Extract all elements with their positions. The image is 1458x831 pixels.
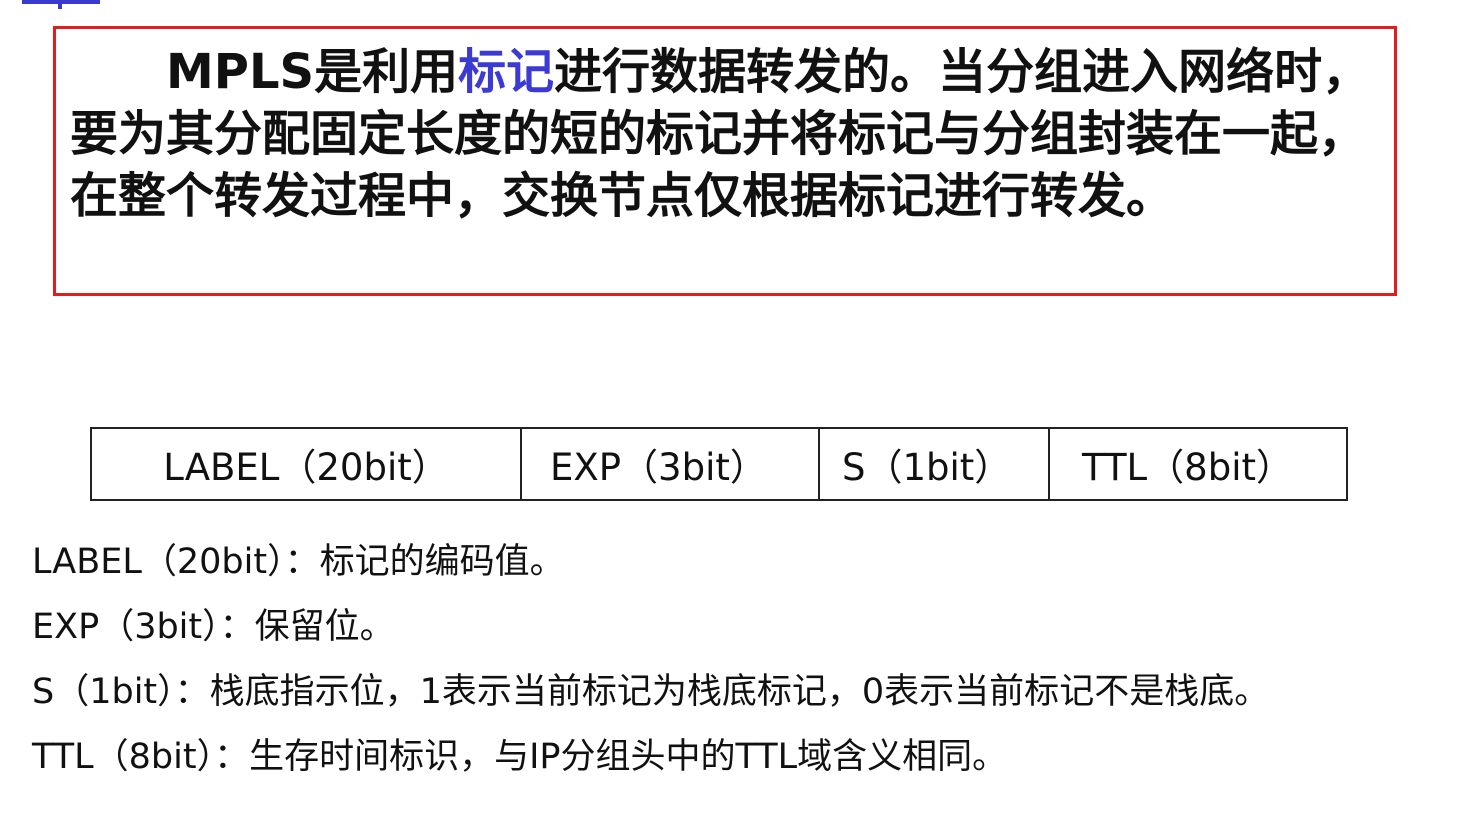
header-field-s: S（1bit） [820, 429, 1050, 499]
mpls-definition-box: MPLS是利用标记进行数据转发的。当分组进入网络时，要为其分配固定长度的短的标记… [53, 26, 1397, 296]
explanation-label: LABEL（20bit）：标记的编码值。 [32, 542, 565, 582]
mpls-label-header-table: LABEL（20bit） EXP（3bit） S（1bit） TTL（8bit） [90, 427, 1348, 501]
explanation-s: S（1bit）：栈底指示位，1表示当前标记为栈底标记，0表示当前标记不是栈底。 [32, 672, 1270, 712]
corner-decoration [22, 0, 100, 9]
mpls-definition-text: MPLS是利用标记进行数据转发的。当分组进入网络时，要为其分配固定长度的短的标记… [70, 41, 1378, 227]
header-field-label: LABEL（20bit） [92, 429, 522, 499]
header-field-ttl: TTL（8bit） [1082, 446, 1293, 489]
field-explanations: LABEL（20bit）：标记的编码值。 EXP（3bit）：保留位。 S（1b… [32, 540, 1432, 800]
definition-highlight-term: 标记 [458, 44, 555, 100]
explanation-ttl: TTL（8bit）：生存时间标识，与IP分组头中的TTL域含义相同。 [32, 737, 1008, 777]
header-field-exp: EXP（3bit） [522, 429, 820, 499]
definition-text-before: MPLS是利用 [166, 44, 459, 100]
explanation-exp: EXP（3bit）：保留位。 [32, 607, 395, 647]
